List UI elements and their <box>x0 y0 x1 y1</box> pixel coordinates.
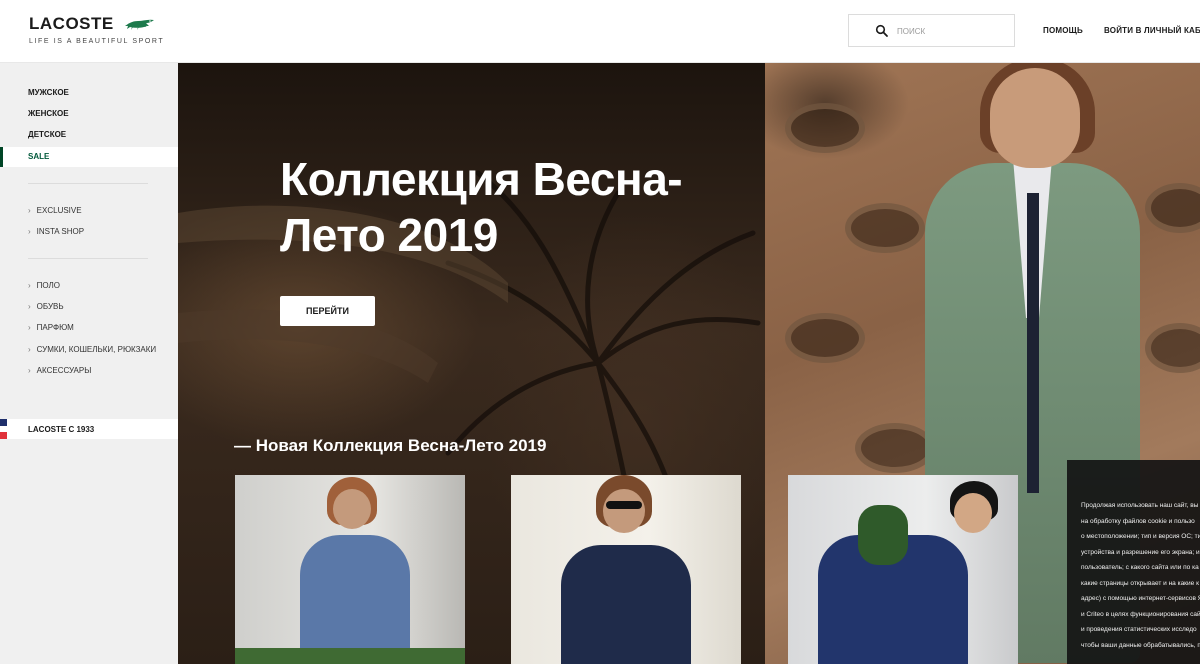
card-figure-face <box>603 489 645 533</box>
wall-pattern <box>1145 323 1200 373</box>
sidebar-item-kids[interactable]: ДЕТСКОЕ <box>28 130 66 139</box>
cookie-text-line: пользователь; с какого сайта или по ка <box>1081 564 1199 571</box>
product-card-1[interactable] <box>235 475 465 664</box>
wall-pattern <box>785 313 865 363</box>
chevron-right-icon: › <box>28 206 31 215</box>
model-face <box>990 68 1080 168</box>
cookie-text-line: и проведения статистических исследо <box>1081 626 1197 633</box>
sidebar-item-bags[interactable]: › СУМКИ, КОШЕЛЬКИ, РЮКЗАКИ <box>28 345 156 354</box>
sunglasses-icon <box>606 501 642 509</box>
card-figure-coat <box>561 545 691 664</box>
sidebar-item-label: АКСЕССУАРЫ <box>36 366 92 375</box>
hero-go-button[interactable]: ПЕРЕЙТИ <box>280 296 375 326</box>
product-card-3[interactable] <box>788 475 1018 664</box>
cookie-text-line: Продолжая использовать наш сайт, вы д <box>1081 502 1200 509</box>
cookie-text-line: на обработку файлов cookie и пользо <box>1081 517 1195 525</box>
card-figure-plants <box>235 648 465 664</box>
sidebar-item-perfume[interactable]: › ПАРФЮМ <box>28 323 74 332</box>
wall-pattern <box>845 203 925 253</box>
card-figure-green-panel <box>858 505 908 565</box>
cookie-text-line: адрес) с помощью интернет-сервисов Я <box>1081 595 1200 602</box>
sidebar-item-polo[interactable]: › ПОЛО <box>28 281 60 290</box>
sidebar-item-sale[interactable]: SALE <box>28 152 49 161</box>
model-tie <box>1027 193 1039 493</box>
active-indicator <box>0 147 3 167</box>
chevron-right-icon: › <box>28 227 31 236</box>
sidebar-item-label: ПАРФЮМ <box>36 323 74 332</box>
sidebar-item-label: EXCLUSIVE <box>36 206 82 215</box>
chevron-right-icon: › <box>28 281 31 290</box>
cookie-text-line: какие страницы открывает и на какие к <box>1081 579 1199 587</box>
hero-title: Коллекция Весна-Лето 2019 <box>280 153 683 261</box>
sidebar-item-men[interactable]: МУЖСКОЕ <box>28 88 69 97</box>
card-figure-face <box>333 489 371 529</box>
cookie-text-line: и Criteo в целях функционирования сай <box>1081 610 1200 618</box>
cookie-text-line: устройства и разрешение его экрана; и <box>1081 548 1200 556</box>
logo-tagline: LIFE IS A BEAUTIFUL SPORT <box>29 38 165 45</box>
collection-subtitle: — Новая Коллекция Весна-Лето 2019 <box>234 436 547 455</box>
sidebar-divider <box>28 258 148 259</box>
sidebar-item-label: ОБУВЬ <box>36 302 64 311</box>
cookie-consent-panel: Продолжая использовать наш сайт, вы д на… <box>1067 460 1200 664</box>
sidebar-item-label: INSTA SHOP <box>36 227 85 236</box>
crocodile-logo-icon <box>125 19 155 30</box>
search-icon[interactable] <box>875 24 889 38</box>
help-link[interactable]: ПОМОЩЬ <box>1043 26 1083 35</box>
logo-wordmark: LACOSTE <box>29 14 114 33</box>
hero-banner: Коллекция Весна-Лето 2019 ПЕРЕЙТИ — Нова… <box>178 63 1200 664</box>
chevron-right-icon: › <box>28 366 31 375</box>
french-flag-icon <box>0 419 7 439</box>
sidebar-item-since-1933[interactable]: LACOSTE С 1933 <box>28 425 94 434</box>
card-figure-jacket <box>300 535 410 664</box>
lacoste-logo[interactable]: LACOSTE <box>29 14 156 34</box>
card-figure-face <box>954 493 992 533</box>
chevron-right-icon: › <box>28 323 31 332</box>
search-box[interactable] <box>848 14 1015 47</box>
sidebar: МУЖСКОЕ ЖЕНСКОЕ ДЕТСКОЕ SALE › EXCLUSIVE … <box>0 63 178 664</box>
sidebar-item-label: ПОЛО <box>36 281 61 290</box>
sidebar-item-shoes[interactable]: › ОБУВЬ <box>28 302 64 311</box>
sidebar-item-exclusive[interactable]: › EXCLUSIVE <box>28 206 82 215</box>
site-header: LACOSTE LIFE IS A BEAUTIFUL SPORT ПОМОЩЬ… <box>0 0 1200 63</box>
wall-pattern <box>1145 183 1200 233</box>
cookie-text-line: о местоположении; тип и версия ОС; ти <box>1081 533 1200 540</box>
wall-pattern <box>785 103 865 153</box>
wall-pattern <box>855 423 935 473</box>
sidebar-item-women[interactable]: ЖЕНСКОЕ <box>28 109 69 118</box>
login-link[interactable]: ВОЙТИ В ЛИЧНЫЙ КАБИНЕТ <box>1104 26 1200 35</box>
chevron-right-icon: › <box>28 345 31 354</box>
chevron-right-icon: › <box>28 302 31 311</box>
sidebar-divider <box>28 183 148 184</box>
search-input[interactable] <box>897 22 1007 40</box>
sidebar-active-bg <box>0 147 178 167</box>
product-card-2[interactable] <box>511 475 741 664</box>
sidebar-item-accessories[interactable]: › АКСЕССУАРЫ <box>28 366 91 375</box>
sidebar-item-label: СУМКИ, КОШЕЛЬКИ, РЮКЗАКИ <box>36 345 157 354</box>
cookie-text-line: чтобы ваши данные обрабатывались, п <box>1081 641 1200 649</box>
sidebar-item-insta-shop[interactable]: › INSTA SHOP <box>28 227 84 236</box>
